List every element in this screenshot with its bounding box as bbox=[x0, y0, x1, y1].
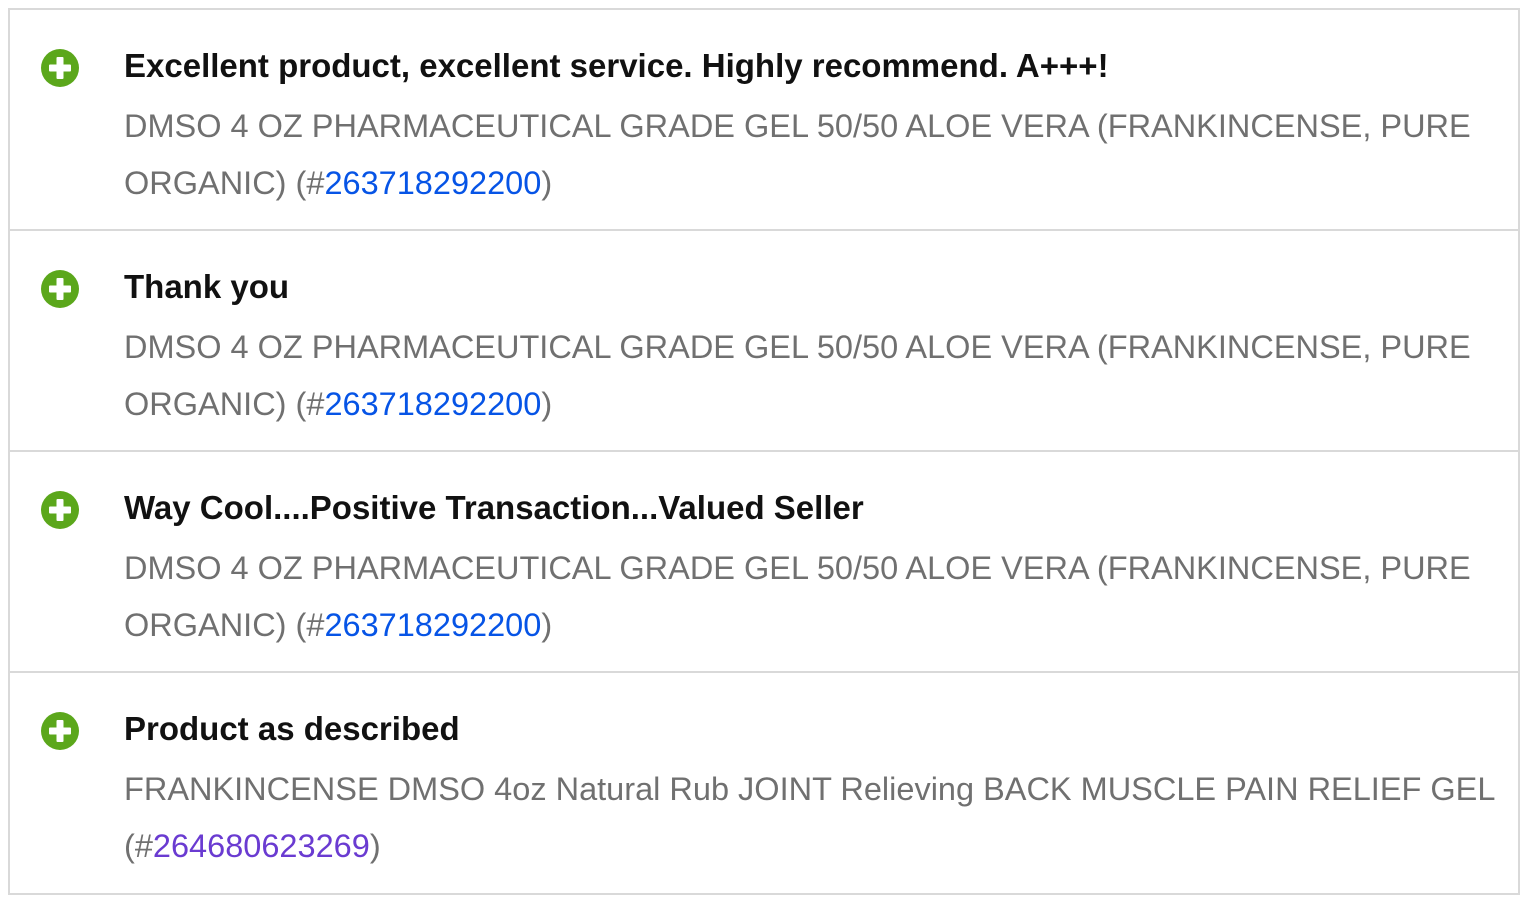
positive-rating-icon bbox=[41, 491, 79, 529]
item-description: DMSO 4 OZ PHARMACEUTICAL GRADE GEL 50/50… bbox=[124, 540, 1524, 654]
item-description: FRANKINCENSE DMSO 4oz Natural Rub JOINT … bbox=[124, 761, 1524, 875]
item-number-link[interactable]: 264680623269 bbox=[153, 828, 370, 864]
item-number-link[interactable]: 263718292200 bbox=[324, 165, 541, 201]
feedback-row: Way Cool....Positive Transaction...Value… bbox=[10, 452, 1518, 673]
feedback-row: Product as described FRANKINCENSE DMSO 4… bbox=[10, 673, 1518, 895]
item-closing-paren: ) bbox=[369, 828, 381, 864]
feedback-list: Excellent product, excellent service. Hi… bbox=[8, 8, 1520, 895]
item-number-link[interactable]: 263718292200 bbox=[324, 386, 541, 422]
feedback-comment: Thank you bbox=[124, 268, 290, 305]
item-closing-paren: ) bbox=[541, 386, 553, 422]
item-closing-paren: ) bbox=[541, 165, 553, 201]
feedback-comment: Product as described bbox=[124, 710, 460, 747]
item-description: DMSO 4 OZ PHARMACEUTICAL GRADE GEL 50/50… bbox=[124, 98, 1524, 212]
feedback-comment: Excellent product, excellent service. Hi… bbox=[124, 47, 1109, 84]
item-closing-paren: ) bbox=[541, 607, 553, 643]
feedback-row: Thank you DMSO 4 OZ PHARMACEUTICAL GRADE… bbox=[10, 231, 1518, 452]
positive-rating-icon bbox=[41, 712, 79, 750]
feedback-comment: Way Cool....Positive Transaction...Value… bbox=[124, 489, 864, 526]
positive-rating-icon bbox=[41, 270, 79, 308]
positive-rating-icon bbox=[41, 49, 79, 87]
feedback-row: Excellent product, excellent service. Hi… bbox=[10, 10, 1518, 231]
item-number-link[interactable]: 263718292200 bbox=[324, 607, 541, 643]
item-description: DMSO 4 OZ PHARMACEUTICAL GRADE GEL 50/50… bbox=[124, 319, 1524, 433]
